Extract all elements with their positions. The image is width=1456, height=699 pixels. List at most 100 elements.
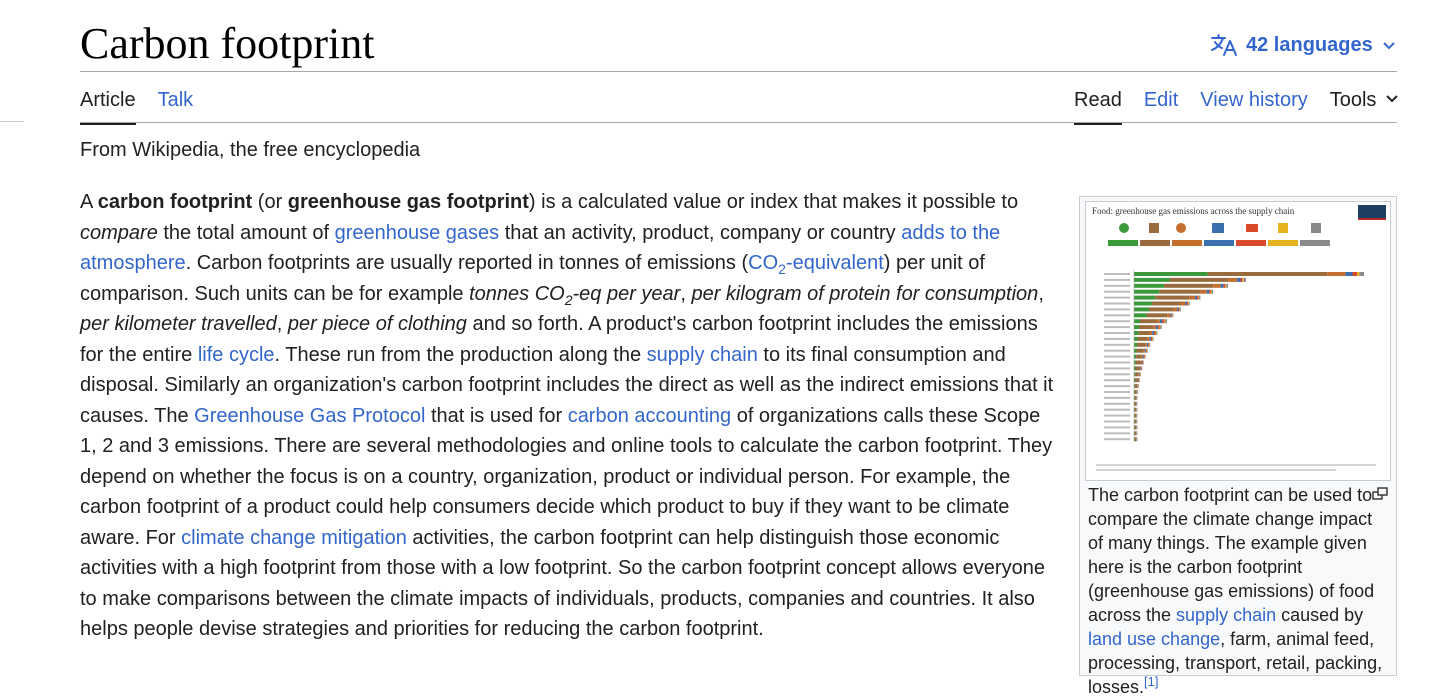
figure-bar-segment (1136, 361, 1141, 365)
figure-row-label (1104, 297, 1130, 299)
figure-bar-segment (1199, 296, 1200, 300)
figure-bar-segment (1213, 284, 1221, 288)
figure-bar-segment (1146, 349, 1147, 353)
figure-bar-segment (1228, 278, 1237, 282)
figure-bar-segment (1357, 272, 1359, 276)
figure-bar-segment (1153, 325, 1156, 329)
link-supply-chain[interactable]: supply chain (647, 344, 758, 366)
term-bold: carbon footprint (98, 191, 252, 213)
text-italic: tonnes CO2-eq per year (469, 283, 680, 305)
figure-bar-segment (1173, 313, 1174, 317)
link-text: -equivalent (786, 252, 884, 274)
figure-bar-segment (1197, 296, 1198, 300)
figure-bar-segment (1134, 302, 1152, 306)
figure-bar-segment (1160, 325, 1161, 329)
owid-logo (1358, 205, 1386, 220)
figure-row-label (1104, 356, 1130, 358)
text: -eq per year (573, 283, 681, 305)
figure-bar-segment (1135, 437, 1137, 441)
figure-row-label (1104, 273, 1130, 275)
figure-bar-segment (1209, 290, 1211, 294)
figure-row-label (1104, 403, 1130, 405)
figure-bar-segment (1134, 355, 1136, 359)
figure-bar-segment (1189, 302, 1190, 306)
tabs-divider (80, 122, 1397, 123)
figure-row-label (1104, 285, 1130, 287)
figure-bar-segment (1140, 366, 1141, 370)
link-life-cycle[interactable]: life cycle (198, 344, 275, 366)
figure-bar-segment (1145, 355, 1146, 359)
languages-label: 42 languages (1246, 34, 1373, 57)
link-caption-supply-chain[interactable]: supply chain (1176, 605, 1276, 625)
figure-bar-segment (1152, 302, 1181, 306)
figure-image-food-emissions[interactable]: Food: greenhouse gas emissions across th… (1085, 201, 1391, 481)
figure-bar-segment (1221, 284, 1224, 288)
figure-bar-segment (1353, 272, 1358, 276)
languages-button[interactable]: 42 languages (1210, 30, 1397, 60)
figure-bar-segment (1173, 307, 1177, 311)
reference-link[interactable]: [1] (1144, 674, 1158, 689)
figure-bar-segment (1164, 319, 1165, 323)
figure-bar-segment (1180, 307, 1181, 311)
link-caption-land-use-change[interactable]: land use change (1088, 629, 1220, 649)
text: that an activity, product, company or co… (499, 222, 901, 244)
figure-row-label (1104, 303, 1130, 305)
link-co2-equivalent[interactable]: CO2-equivalent (748, 252, 884, 274)
figure-bar-segment (1150, 343, 1151, 347)
figure-bar-segment (1195, 296, 1197, 300)
figure-bar-segment (1137, 343, 1145, 347)
tab-view-history[interactable]: View history (1200, 86, 1307, 122)
figure-bar-segment (1143, 349, 1144, 353)
figure-bar-segment (1157, 319, 1160, 323)
figure-bar-segment (1134, 290, 1159, 294)
link-greenhouse-gas-protocol[interactable]: Greenhouse Gas Protocol (194, 405, 425, 427)
link-greenhouse-gases[interactable]: greenhouse gases (335, 222, 500, 244)
figure-bar-segment (1190, 296, 1195, 300)
figure-row-label (1104, 338, 1130, 340)
figure-bar-segment (1346, 272, 1353, 276)
figure-bar-segment (1134, 325, 1139, 329)
figure-row-label (1104, 438, 1130, 440)
figure-bar-segment (1134, 296, 1155, 300)
figure-row-label (1104, 409, 1130, 411)
figure-row-label (1104, 421, 1130, 423)
tab-talk[interactable]: Talk (158, 86, 194, 122)
translate-icon (1210, 33, 1238, 57)
text-italic: compare (80, 222, 158, 244)
figure-bar-segment (1135, 390, 1137, 394)
figure-bar-segment (1177, 307, 1178, 311)
site-tagline: From Wikipedia, the free encyclopedia (80, 136, 420, 164)
figure-bar-segment (1158, 325, 1160, 329)
figure-bar-segment (1139, 378, 1140, 382)
tab-read[interactable]: Read (1074, 86, 1122, 122)
figure-bar-segment (1134, 278, 1170, 282)
figure-bar-segment (1136, 366, 1140, 370)
tools-menu[interactable]: Tools (1330, 86, 1401, 122)
tab-article[interactable]: Article (80, 86, 136, 122)
link-climate-change-mitigation[interactable]: climate change mitigation (181, 527, 407, 549)
figure-bar-segment (1134, 349, 1137, 353)
figure-row-label (1104, 379, 1130, 381)
figure-bar-segment (1167, 313, 1170, 317)
figure-bar-segment (1153, 337, 1154, 341)
figure-bar-segment (1142, 355, 1143, 359)
term-bold: greenhouse gas footprint (288, 191, 529, 213)
figure-bar-segment (1162, 319, 1164, 323)
text: . These run from the production along th… (275, 344, 647, 366)
figure-bar-segment (1226, 284, 1228, 288)
figure-bar-segment (1135, 408, 1137, 412)
text: (or (252, 191, 288, 213)
tab-edit[interactable]: Edit (1144, 86, 1178, 122)
chevron-down-icon (1381, 37, 1397, 53)
link-carbon-accounting[interactable]: carbon accounting (568, 405, 731, 427)
figure-bar-segment (1243, 278, 1244, 282)
figure-bar-segment (1187, 302, 1188, 306)
figure-bar-segment (1181, 302, 1186, 306)
figure-bar-segment (1135, 431, 1137, 435)
figure-bar-segment (1149, 343, 1150, 347)
figure-bar-segment (1134, 272, 1208, 276)
figure-row-label (1104, 397, 1130, 399)
figure-bar-segment (1359, 272, 1364, 276)
figure-bar-segment (1154, 331, 1155, 335)
title-divider (80, 71, 1397, 72)
